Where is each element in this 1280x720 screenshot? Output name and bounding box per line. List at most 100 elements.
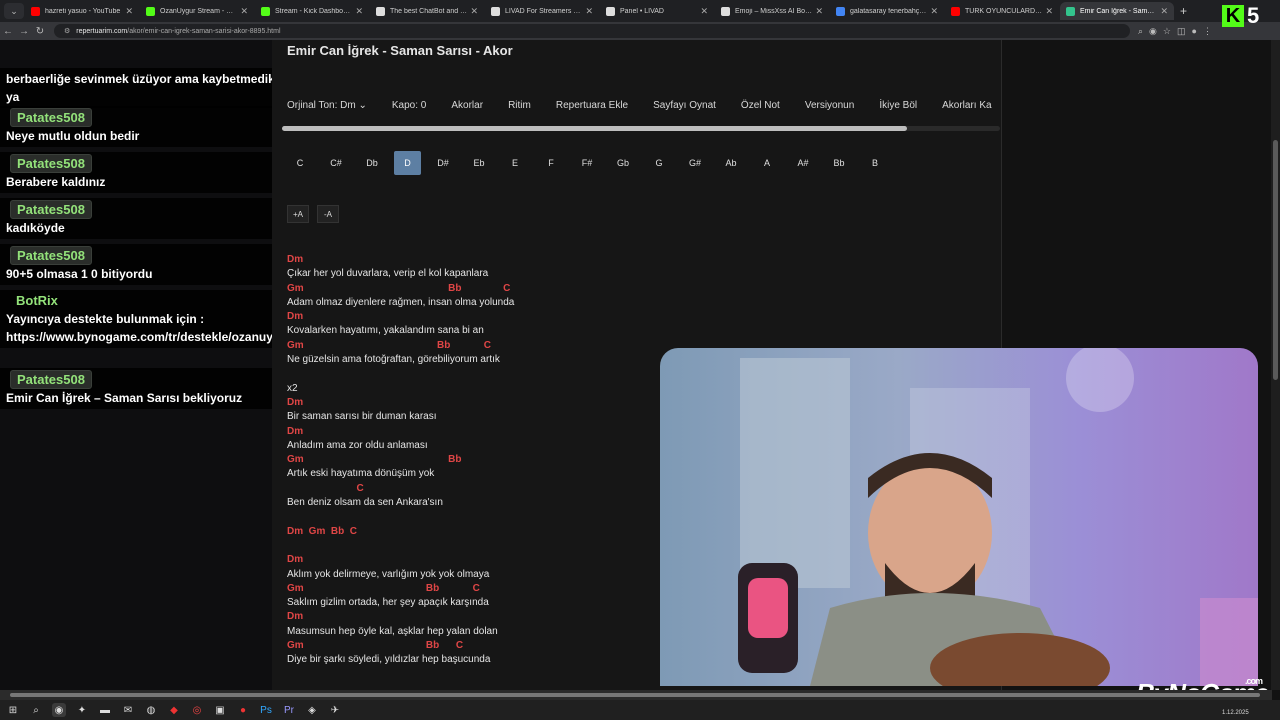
key-button[interactable]: G xyxy=(641,151,677,175)
tab-favicon-icon xyxy=(146,6,155,16)
page-scrollbar-thumb[interactable] xyxy=(1273,140,1278,380)
tab-close-icon[interactable]: ✕ xyxy=(470,6,478,17)
browser-tab[interactable]: LIVAD For Streamers - Monet✕ xyxy=(485,2,599,20)
tab-close-icon[interactable]: ✕ xyxy=(240,6,248,17)
key-button[interactable]: Eb xyxy=(461,151,497,175)
mail-icon[interactable]: ✉ xyxy=(121,703,135,717)
tab-favicon-icon xyxy=(836,6,845,16)
forward-icon[interactable]: → xyxy=(16,26,32,37)
key-button[interactable]: A xyxy=(749,151,785,175)
tab-close-icon[interactable]: ✕ xyxy=(815,6,823,17)
song-menu-item[interactable]: Özel Not xyxy=(741,100,780,111)
tab-close-icon[interactable]: ✕ xyxy=(1045,6,1053,17)
terminal-icon[interactable]: ▣ xyxy=(213,703,227,717)
url-field[interactable]: ⚙ repertuarim.com /akor/emir-can-igrek-s… xyxy=(54,24,1130,38)
song-menu-item[interactable]: Sayfayı Oynat xyxy=(653,100,716,111)
eye-off-icon[interactable]: ◉ xyxy=(1149,26,1157,37)
browser-tab[interactable]: Panel • LIVAD ✕ xyxy=(600,2,714,20)
tab-close-icon[interactable]: ✕ xyxy=(930,6,938,17)
photoshop-icon[interactable]: Ps xyxy=(259,703,273,717)
chat-username[interactable]: Patates508 xyxy=(10,154,92,173)
song-menu-item[interactable]: İkiye Böl xyxy=(879,100,917,111)
menu-dots-icon[interactable]: ⋮ xyxy=(1203,26,1212,37)
key-button[interactable]: Ab xyxy=(713,151,749,175)
light-glow xyxy=(1066,348,1134,412)
chat-username[interactable]: Patates508 xyxy=(10,246,92,265)
tab-label: galatasaray fenerbahçe - Goo xyxy=(850,7,928,15)
chat-overlay: berbaerliğe sevinmek üzüyor ama kaybetme… xyxy=(0,40,282,690)
page-horizontal-scrollbar[interactable] xyxy=(0,690,1272,700)
windows-start-icon[interactable]: ⊞ xyxy=(6,703,20,717)
taskbar-date: 1.12.2025 xyxy=(1222,710,1249,716)
transpose-down-button[interactable]: -A xyxy=(317,205,339,223)
browser-tab[interactable]: The best ChatBot and Widget✕ xyxy=(370,2,484,20)
key-button[interactable]: C xyxy=(282,151,318,175)
profile-icon[interactable]: ● xyxy=(1192,26,1197,37)
chat-message-text: 90+5 olmasa 1 0 bitiyordu xyxy=(6,267,153,281)
premiere-icon[interactable]: Pr xyxy=(282,703,296,717)
browser-tab[interactable]: TÜRK OYUNCULARDAN ŞİNİR✕ xyxy=(945,2,1059,20)
song-menu-item[interactable]: Ritim xyxy=(508,100,531,111)
song-menu-item[interactable]: Akorlar xyxy=(451,100,483,111)
song-menu-item[interactable]: Versiyonun xyxy=(805,100,854,111)
app-icon[interactable]: ◈ xyxy=(305,703,319,717)
chat-username[interactable]: Patates508 xyxy=(10,200,92,219)
key-button[interactable]: C# xyxy=(318,151,354,175)
key-button[interactable]: D# xyxy=(425,151,461,175)
chat-username[interactable]: Patates508 xyxy=(10,108,92,127)
chat-username[interactable]: Patates508 xyxy=(10,370,92,389)
tab-close-icon[interactable]: ✕ xyxy=(585,6,593,17)
key-button[interactable]: G# xyxy=(677,151,713,175)
song-menu-item[interactable]: Repertuara Ekle xyxy=(556,100,628,111)
key-button[interactable]: Gb xyxy=(605,151,641,175)
key-button[interactable]: B xyxy=(857,151,893,175)
chat-username[interactable]: BotRix xyxy=(10,292,64,309)
menu-scrollbar[interactable] xyxy=(282,126,1000,131)
chrome-icon[interactable]: ◉ xyxy=(52,703,66,717)
page-horizontal-scrollbar-thumb[interactable] xyxy=(10,693,1260,697)
key-button[interactable]: F xyxy=(533,151,569,175)
tab-search-button[interactable]: ⌄ xyxy=(4,3,24,19)
back-icon[interactable]: ← xyxy=(0,26,16,37)
key-button[interactable]: D xyxy=(394,151,421,175)
red-app-icon[interactable]: ◆ xyxy=(167,703,181,717)
key-button[interactable]: Db xyxy=(354,151,390,175)
browser-icon[interactable]: ◍ xyxy=(144,703,158,717)
file-explorer-icon[interactable]: ▬ xyxy=(98,703,112,717)
browser-tab[interactable]: OzanUygur Stream - Watch L✕ xyxy=(140,2,254,20)
kick-number: 5 xyxy=(1247,3,1260,28)
copilot-icon[interactable]: ✦ xyxy=(75,703,89,717)
record-icon[interactable]: ● xyxy=(236,703,250,717)
browser-tab[interactable]: Stream - Kick Dashboard ✕ xyxy=(255,2,369,20)
key-button[interactable]: Bb xyxy=(821,151,857,175)
search-icon[interactable]: ⌕ xyxy=(29,703,43,717)
pillow xyxy=(1200,598,1258,686)
menu-scrollbar-thumb[interactable] xyxy=(282,126,907,131)
tab-close-icon[interactable]: ✕ xyxy=(700,6,708,17)
page-scrollbar[interactable] xyxy=(1271,40,1280,690)
key-button[interactable]: E xyxy=(497,151,533,175)
new-tab-button[interactable]: + xyxy=(1180,4,1187,18)
transpose-up-button[interactable]: +A xyxy=(287,205,309,223)
zoom-icon[interactable]: ⌕ xyxy=(1138,26,1143,37)
browser-tab[interactable]: Emoji – MissXss AI Bot System✕ xyxy=(715,2,829,20)
song-menu-item[interactable]: Kapo: 0 xyxy=(392,100,426,111)
chord-line: Gm Bb C xyxy=(287,282,511,294)
tab-close-icon[interactable]: ✕ xyxy=(355,6,363,17)
bookmark-star-icon[interactable]: ☆ xyxy=(1163,26,1171,37)
browser-tab[interactable]: galatasaray fenerbahçe - Goo✕ xyxy=(830,2,944,20)
key-button[interactable]: F# xyxy=(569,151,605,175)
reload-icon[interactable]: ↻ xyxy=(32,26,48,37)
song-menu-item[interactable]: Orjinal Ton: Dm ⌄ xyxy=(287,100,367,111)
steam-icon[interactable]: ✈ xyxy=(328,703,342,717)
chat-message: Patates508 Emir Can İğrek – Saman Sarısı … xyxy=(0,368,282,409)
song-menu-item[interactable]: Akorları Ka xyxy=(942,100,991,111)
site-info-icon[interactable]: ⚙ xyxy=(64,27,70,35)
browser-tab[interactable]: hazreti yasuo - YouTube ✕ xyxy=(25,2,139,20)
extensions-icon[interactable]: ◫ xyxy=(1177,26,1186,37)
tab-close-icon[interactable]: ✕ xyxy=(1160,6,1168,17)
circle-app-icon[interactable]: ◎ xyxy=(190,703,204,717)
tab-close-icon[interactable]: ✕ xyxy=(125,6,133,17)
key-button[interactable]: A# xyxy=(785,151,821,175)
browser-tab[interactable]: Emir Can İğrek - Saman Sarıs✕ xyxy=(1060,2,1174,20)
